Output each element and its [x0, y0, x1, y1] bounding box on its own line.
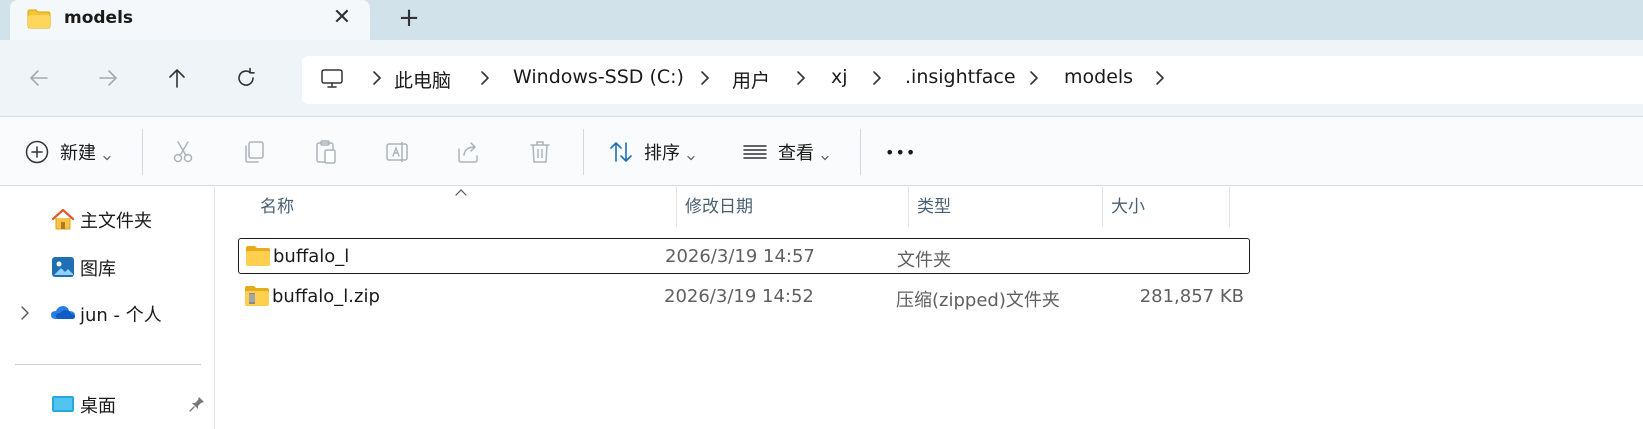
delete-button[interactable]: [527, 134, 553, 170]
view-list-icon: [743, 145, 767, 159]
new-button[interactable]: 新建: [24, 134, 112, 170]
column-divider[interactable]: [1229, 187, 1230, 227]
more-icon: •••: [885, 142, 917, 162]
file-size: 281,857 KB: [1139, 286, 1244, 307]
chevron-down-icon: [102, 147, 112, 161]
share-icon: [458, 142, 478, 163]
breadcrumb-this-pc[interactable]: 此电脑: [394, 66, 451, 93]
file-name: buffalo_l.zip: [272, 286, 380, 307]
cut-button[interactable]: [170, 134, 196, 170]
chevron-down-icon: [820, 147, 830, 161]
chevron-right-icon[interactable]: [478, 68, 494, 88]
sidebar-item-label: 桌面: [80, 396, 116, 417]
tab-strip: models ✕ +: [0, 0, 1643, 40]
zip-folder-icon: [244, 285, 270, 307]
chevron-down-icon: [686, 147, 696, 161]
view-button-label: 查看: [778, 143, 814, 164]
trash-icon: [530, 141, 550, 163]
paste-button[interactable]: [313, 134, 339, 170]
sort-icon: [610, 142, 632, 162]
sort-button[interactable]: 排序: [608, 134, 696, 170]
sidebar-item-desktop[interactable]: 桌面: [0, 387, 215, 423]
arrow-up-icon: [169, 69, 185, 88]
arrow-right-icon: [99, 70, 117, 86]
new-button-label: 新建: [60, 143, 96, 164]
clipboard-icon: [316, 140, 336, 164]
file-type: 压缩(zipped)文件夹: [896, 290, 1060, 311]
onedrive-cloud-icon: [50, 300, 76, 326]
share-button[interactable]: [455, 134, 481, 170]
chevron-right-icon[interactable]: [1027, 68, 1043, 88]
folder-icon: [245, 245, 271, 267]
rename-icon: [386, 142, 408, 162]
copy-button[interactable]: [241, 134, 267, 170]
sidebar-divider: [15, 364, 201, 365]
home-icon: [50, 206, 76, 232]
up-button[interactable]: [161, 62, 193, 94]
file-modified: 2026/3/19 14:52: [664, 286, 814, 307]
chevron-right-icon[interactable]: [870, 68, 886, 88]
more-options-button[interactable]: •••: [885, 134, 916, 170]
view-button[interactable]: 查看: [742, 134, 830, 170]
chevron-right-icon[interactable]: [1153, 68, 1169, 88]
file-type: 文件夹: [897, 250, 951, 271]
sidebar-item-gallery[interactable]: 图库: [0, 250, 215, 286]
address-bar[interactable]: 此电脑 Windows-SSD (C:) 用户 xj .insightface …: [302, 56, 1643, 104]
chevron-right-icon[interactable]: [18, 304, 32, 322]
folder-icon: [27, 9, 51, 34]
refresh-button[interactable]: [230, 62, 262, 94]
copy-icon: [245, 141, 264, 163]
tab-title: models: [64, 8, 134, 28]
rename-button[interactable]: [384, 134, 410, 170]
column-header-type[interactable]: 类型: [909, 187, 1101, 227]
new-tab-button[interactable]: +: [395, 4, 423, 32]
back-button[interactable]: [23, 62, 55, 94]
sort-button-label: 排序: [644, 143, 680, 164]
scissors-icon: [173, 141, 193, 163]
refresh-icon: [238, 67, 255, 86]
table-row[interactable]: buffalo_l.zip 2026/3/19 14:52 压缩(zipped)…: [238, 279, 1250, 315]
sidebar-item-onedrive[interactable]: jun - 个人: [0, 296, 215, 332]
navigation-pane: 主文件夹 图库 jun - 个人 桌面: [0, 187, 215, 429]
desktop-icon: [50, 391, 76, 417]
forward-button[interactable]: [92, 62, 124, 94]
sidebar-item-label: 图库: [80, 259, 116, 280]
close-tab-button[interactable]: ✕: [330, 6, 354, 30]
sidebar-item-label: jun - 个人: [80, 305, 162, 326]
breadcrumb-models[interactable]: models: [1064, 66, 1133, 88]
column-header-name[interactable]: 名称: [252, 187, 672, 227]
gallery-icon: [50, 254, 76, 280]
breadcrumb-xj[interactable]: xj: [831, 66, 848, 88]
toolbar-divider: [142, 129, 143, 175]
chevron-right-icon[interactable]: [794, 68, 810, 88]
sidebar-item-home[interactable]: 主文件夹: [0, 202, 215, 238]
breadcrumb-insightface[interactable]: .insightface: [905, 66, 1016, 88]
command-toolbar: 新建 排序 查看 •••: [0, 116, 1643, 186]
toolbar-divider: [860, 129, 861, 175]
computer-icon: [320, 67, 346, 91]
column-header-size[interactable]: 大小: [1103, 187, 1228, 227]
tab-models[interactable]: models ✕: [10, 0, 370, 40]
file-modified: 2026/3/19 14:57: [665, 246, 815, 267]
breadcrumb-users[interactable]: 用户: [732, 66, 770, 93]
file-name: buffalo_l: [273, 246, 350, 267]
pin-icon[interactable]: [188, 395, 206, 413]
plus-circle-icon: [25, 140, 49, 164]
sidebar-item-label: 主文件夹: [80, 211, 152, 232]
arrow-left-icon: [30, 70, 48, 86]
chevron-right-icon[interactable]: [370, 68, 386, 88]
breadcrumb-drive[interactable]: Windows-SSD (C:): [513, 66, 684, 88]
file-list: 名称 修改日期 类型 大小 buffalo_l 2026/3/19 14:57 …: [216, 187, 1643, 429]
chevron-right-icon[interactable]: [698, 68, 714, 88]
column-header-modified[interactable]: 修改日期: [677, 187, 907, 227]
table-row[interactable]: buffalo_l 2026/3/19 14:57 文件夹: [238, 238, 1250, 274]
toolbar-divider: [583, 129, 584, 175]
